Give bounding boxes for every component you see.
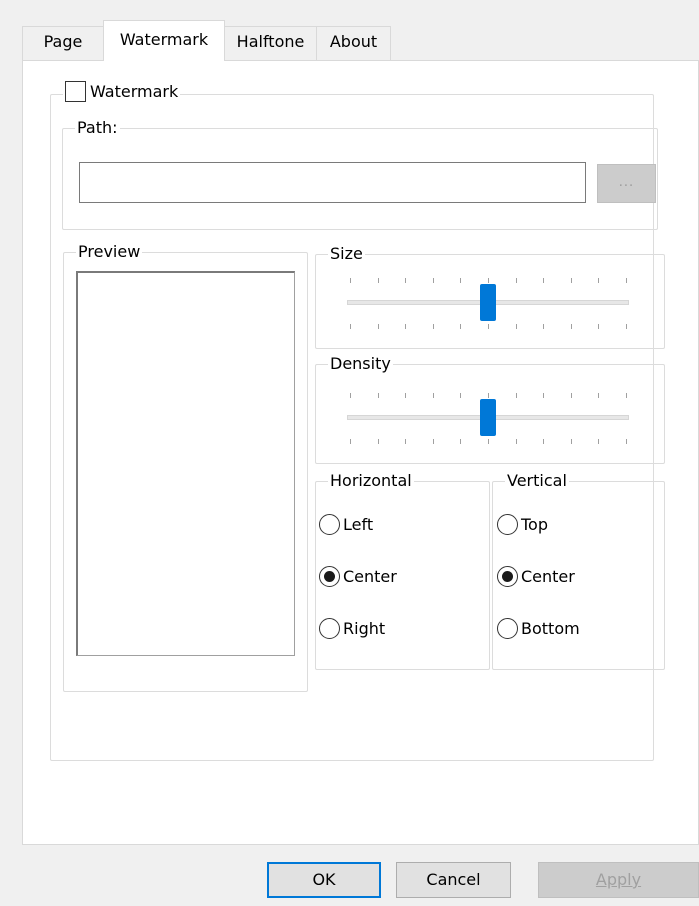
path-group-label: Path:	[75, 118, 120, 138]
slider-tick	[515, 278, 517, 283]
vertical-option-center[interactable]: Center	[497, 564, 575, 588]
tab-page[interactable]: Page	[22, 26, 104, 60]
slider-tick	[626, 439, 627, 444]
tab-halftone[interactable]: Halftone	[224, 26, 317, 60]
radio-label: Center	[521, 566, 575, 586]
radio-label: Right	[343, 618, 386, 638]
density-slider[interactable]	[347, 385, 629, 445]
slider-tick	[543, 324, 545, 329]
radio-label: Left	[343, 514, 374, 534]
vertical-option-bottom[interactable]: Bottom	[497, 616, 580, 640]
slider-tick	[598, 278, 600, 283]
apply-button[interactable]: Apply	[538, 862, 699, 898]
vertical-option-top[interactable]: Top	[497, 512, 548, 536]
slider-tick	[405, 393, 407, 398]
slider-tick	[405, 324, 407, 329]
slider-tick	[543, 439, 545, 444]
tab-watermark[interactable]: Watermark	[103, 20, 225, 61]
radio-button[interactable]	[319, 617, 340, 639]
slider-tick	[570, 393, 572, 398]
slider-tick	[515, 439, 517, 444]
slider-tick	[543, 278, 545, 283]
vertical-group: Vertical Top Center Bottom	[492, 471, 665, 670]
horizontal-option-right[interactable]: Right	[319, 616, 385, 640]
slider-tick	[515, 393, 517, 398]
horizontal-option-center[interactable]: Center	[319, 564, 397, 588]
slider-tick	[488, 393, 489, 398]
slider-tick	[377, 393, 379, 398]
slider-tick	[598, 393, 600, 398]
slider-tick	[626, 393, 627, 398]
slider-tick	[570, 439, 572, 444]
slider-tick	[350, 439, 351, 444]
slider-tick	[570, 278, 572, 283]
slider-tick	[350, 324, 351, 329]
slider-tick	[432, 439, 434, 444]
size-slider[interactable]	[347, 270, 629, 330]
density-group: Density	[315, 354, 665, 464]
watermark-checkbox[interactable]	[65, 81, 86, 102]
slider-tick	[377, 324, 379, 329]
slider-tick	[432, 278, 434, 283]
watermark-checkbox-row[interactable]: Watermark	[63, 81, 181, 102]
ok-button[interactable]: OK	[267, 862, 381, 898]
density-slider-thumb[interactable]	[480, 399, 496, 436]
horizontal-group-label: Horizontal	[328, 471, 414, 491]
radio-button[interactable]	[319, 513, 340, 535]
tab-about[interactable]: About	[316, 26, 391, 60]
horizontal-group: Horizontal Left Center Right	[315, 471, 490, 670]
slider-tick	[377, 439, 379, 444]
slider-tick	[460, 278, 462, 283]
vertical-group-label: Vertical	[505, 471, 569, 491]
slider-tick	[570, 324, 572, 329]
slider-tick	[350, 393, 351, 398]
slider-tick	[488, 439, 489, 444]
slider-tick	[460, 393, 462, 398]
radio-button[interactable]	[497, 617, 518, 639]
slider-tick	[626, 324, 627, 329]
slider-tick	[460, 439, 462, 444]
preview-canvas	[76, 271, 295, 656]
slider-tick	[626, 278, 627, 283]
size-slider-thumb[interactable]	[480, 284, 496, 321]
slider-tick	[377, 278, 379, 283]
radio-label: Center	[343, 566, 397, 586]
radio-button[interactable]	[497, 513, 518, 535]
radio-label: Top	[521, 514, 548, 534]
radio-button[interactable]	[497, 565, 518, 587]
radio-label: Bottom	[521, 618, 580, 638]
slider-tick	[515, 324, 517, 329]
browse-button[interactable]: ...	[597, 164, 656, 203]
slider-tick	[350, 278, 351, 283]
preview-group-label: Preview	[76, 242, 143, 262]
slider-tick	[405, 278, 407, 283]
path-group: Path: ...	[62, 118, 658, 230]
path-input[interactable]	[79, 162, 586, 203]
slider-tick	[405, 439, 407, 444]
slider-tick	[432, 324, 434, 329]
watermark-group: Watermark Path: ... Preview Size Density	[50, 81, 665, 761]
preview-group: Preview	[63, 242, 308, 692]
slider-tick	[460, 324, 462, 329]
watermark-tab-panel: Watermark Path: ... Preview Size Density	[22, 60, 699, 845]
size-group: Size	[315, 244, 665, 349]
slider-tick	[488, 278, 489, 283]
cancel-button[interactable]: Cancel	[396, 862, 511, 898]
slider-tick	[543, 393, 545, 398]
watermark-checkbox-label: Watermark	[90, 81, 179, 101]
horizontal-option-left[interactable]: Left	[319, 512, 373, 536]
slider-tick	[432, 393, 434, 398]
radio-button[interactable]	[319, 565, 340, 587]
density-group-label: Density	[328, 354, 393, 374]
apply-button-label: Apply	[595, 870, 642, 889]
slider-tick	[598, 324, 600, 329]
slider-tick	[488, 324, 489, 329]
size-group-label: Size	[328, 244, 365, 264]
slider-tick	[598, 439, 600, 444]
